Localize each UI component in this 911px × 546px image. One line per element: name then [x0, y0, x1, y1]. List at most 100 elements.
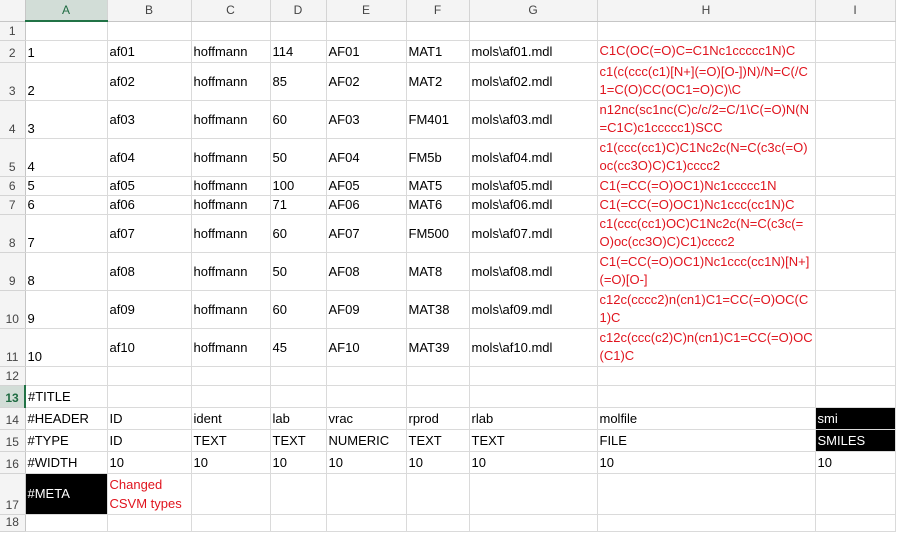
cell-a11[interactable]: 10: [25, 328, 108, 367]
cell-e17[interactable]: [326, 473, 407, 515]
cell-g15[interactable]: TEXT: [469, 429, 598, 452]
cell-c11[interactable]: hoffmann: [191, 328, 271, 367]
row-header[interactable]: 3: [0, 62, 26, 101]
cell-e5[interactable]: AF04: [326, 138, 407, 177]
cell-g13[interactable]: [469, 385, 598, 408]
cell-e16[interactable]: 10: [326, 451, 407, 474]
cell-i9[interactable]: [815, 252, 896, 291]
cell-g14[interactable]: rlab: [469, 407, 598, 430]
cell-i14[interactable]: smi: [815, 407, 896, 430]
cell-c10[interactable]: hoffmann: [191, 290, 271, 329]
cell-d10[interactable]: 60: [270, 290, 327, 329]
cell-g4[interactable]: mols\af03.mdl: [469, 100, 598, 139]
cell-b8[interactable]: af07: [107, 214, 192, 253]
cell-b11[interactable]: af10: [107, 328, 192, 367]
column-header-d[interactable]: D: [270, 0, 327, 22]
cell-a6[interactable]: 5: [25, 176, 108, 196]
cell-h15[interactable]: FILE: [597, 429, 816, 452]
cell-g3[interactable]: mols\af02.mdl: [469, 62, 598, 101]
cell-h10[interactable]: c12c(cccc2)n(cn1)C1=CC(=O)OC(C1)C: [597, 290, 816, 329]
column-header-i[interactable]: I: [815, 0, 896, 22]
cell-f13[interactable]: [406, 385, 470, 408]
cell-h7[interactable]: C1(=CC(=O)OC1)Nc1ccc(cc1N)C: [597, 195, 816, 215]
cell-f1[interactable]: [406, 21, 470, 41]
cell-g11[interactable]: mols\af10.mdl: [469, 328, 598, 367]
cell-d8[interactable]: 60: [270, 214, 327, 253]
cell-b3[interactable]: af02: [107, 62, 192, 101]
cell-e11[interactable]: AF10: [326, 328, 407, 367]
cell-e10[interactable]: AF09: [326, 290, 407, 329]
cell-c5[interactable]: hoffmann: [191, 138, 271, 177]
cell-i18[interactable]: [815, 514, 896, 532]
cell-a12[interactable]: [25, 366, 108, 386]
cell-f8[interactable]: FM500: [406, 214, 470, 253]
cell-f14[interactable]: rprod: [406, 407, 470, 430]
cell-h6[interactable]: C1(=CC(=O)OC1)Nc1ccccc1N: [597, 176, 816, 196]
cell-c7[interactable]: hoffmann: [191, 195, 271, 215]
cell-e6[interactable]: AF05: [326, 176, 407, 196]
cell-d18[interactable]: [270, 514, 327, 532]
row-header[interactable]: 1: [0, 21, 26, 41]
cell-c13[interactable]: [191, 385, 271, 408]
row-header[interactable]: 6: [0, 176, 26, 196]
cell-b4[interactable]: af03: [107, 100, 192, 139]
cell-b6[interactable]: af05: [107, 176, 192, 196]
cell-h14[interactable]: molfile: [597, 407, 816, 430]
row-header[interactable]: 12: [0, 366, 26, 386]
cell-g1[interactable]: [469, 21, 598, 41]
cell-b2[interactable]: af01: [107, 40, 192, 63]
row-header[interactable]: 15: [0, 429, 26, 452]
cell-a18[interactable]: [25, 514, 108, 532]
cell-a1[interactable]: [25, 21, 108, 41]
cell-c1[interactable]: [191, 21, 271, 41]
row-header[interactable]: 18: [0, 514, 26, 532]
cell-a17[interactable]: #META: [25, 473, 108, 515]
cell-h9[interactable]: C1(=CC(=O)OC1)Nc1ccc(cc1N)[N+](=O)[O-]: [597, 252, 816, 291]
cell-c15[interactable]: TEXT: [191, 429, 271, 452]
row-header[interactable]: 4: [0, 100, 26, 139]
cell-d2[interactable]: 114: [270, 40, 327, 63]
cell-d16[interactable]: 10: [270, 451, 327, 474]
row-header[interactable]: 16: [0, 451, 26, 474]
cell-d5[interactable]: 50: [270, 138, 327, 177]
cell-i8[interactable]: [815, 214, 896, 253]
cell-e4[interactable]: AF03: [326, 100, 407, 139]
cell-g8[interactable]: mols\af07.mdl: [469, 214, 598, 253]
cell-c16[interactable]: 10: [191, 451, 271, 474]
cell-b9[interactable]: af08: [107, 252, 192, 291]
cell-d15[interactable]: TEXT: [270, 429, 327, 452]
cell-d14[interactable]: lab: [270, 407, 327, 430]
cell-c8[interactable]: hoffmann: [191, 214, 271, 253]
cell-e2[interactable]: AF01: [326, 40, 407, 63]
cell-a13[interactable]: #TITLE: [25, 385, 108, 408]
cell-h2[interactable]: C1C(OC(=O)C=C1Nc1ccccc1N)C: [597, 40, 816, 63]
row-header[interactable]: 17: [0, 473, 26, 515]
cell-b16[interactable]: 10: [107, 451, 192, 474]
row-header[interactable]: 13: [0, 385, 26, 408]
cell-a2[interactable]: 1: [25, 40, 108, 63]
cell-e3[interactable]: AF02: [326, 62, 407, 101]
cell-d3[interactable]: 85: [270, 62, 327, 101]
cell-g17[interactable]: [469, 473, 598, 515]
column-header-f[interactable]: F: [406, 0, 470, 22]
cell-b12[interactable]: [107, 366, 192, 386]
cell-a16[interactable]: #WIDTH: [25, 451, 108, 474]
cell-f7[interactable]: MAT6: [406, 195, 470, 215]
cell-h4[interactable]: n12nc(sc1nc(C)c/c/2=C/1\C(=O)N(N=C1C)c1c…: [597, 100, 816, 139]
cell-i12[interactable]: [815, 366, 896, 386]
cell-f2[interactable]: MAT1: [406, 40, 470, 63]
cell-f16[interactable]: 10: [406, 451, 470, 474]
cell-i3[interactable]: [815, 62, 896, 101]
cell-a5[interactable]: 4: [25, 138, 108, 177]
cell-d9[interactable]: 50: [270, 252, 327, 291]
cell-i10[interactable]: [815, 290, 896, 329]
cell-g7[interactable]: mols\af06.mdl: [469, 195, 598, 215]
select-all-corner[interactable]: [0, 0, 26, 22]
cell-h12[interactable]: [597, 366, 816, 386]
cell-i1[interactable]: [815, 21, 896, 41]
cell-h16[interactable]: 10: [597, 451, 816, 474]
cell-f10[interactable]: MAT38: [406, 290, 470, 329]
cell-h5[interactable]: c1(ccc(cc1)C)C1Nc2c(N=C(c3c(=O)oc(cc3O)C…: [597, 138, 816, 177]
cell-d12[interactable]: [270, 366, 327, 386]
cell-h17[interactable]: [597, 473, 816, 515]
